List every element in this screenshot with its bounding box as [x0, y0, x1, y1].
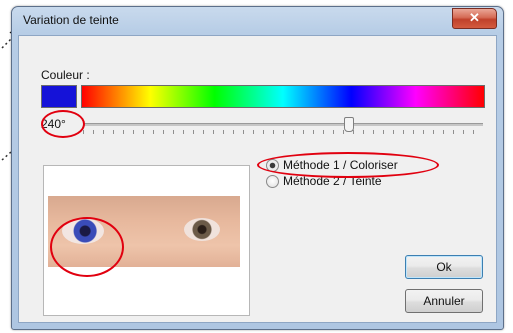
hue-dialog-window: Variation de teinte ✕ Couleur : 240° Mét… — [11, 6, 504, 330]
color-swatch — [41, 85, 77, 108]
annotation-circle-method-1 — [257, 152, 439, 178]
dialog-client-area: Couleur : 240° Méthode 1 / Coloriser Mét… — [18, 35, 497, 323]
ok-button[interactable]: Ok — [405, 255, 483, 279]
close-button[interactable]: ✕ — [452, 8, 497, 29]
hue-slider-thumb[interactable] — [344, 117, 354, 132]
window-title: Variation de teinte — [23, 13, 119, 27]
hue-slider-ticks — [83, 130, 483, 134]
cancel-button[interactable]: Annuler — [405, 289, 483, 313]
hue-spectrum-bar[interactable] — [81, 85, 485, 108]
close-icon: ✕ — [469, 10, 480, 25]
annotation-circle-hue-value — [41, 110, 85, 138]
color-label: Couleur : — [41, 68, 90, 82]
radio-unselected-icon — [266, 175, 279, 188]
title-bar[interactable]: Variation de teinte ✕ — [12, 7, 503, 35]
annotation-circle-left-eye — [50, 217, 124, 277]
hue-slider-track[interactable] — [83, 123, 483, 126]
right-eye-original — [184, 218, 220, 241]
